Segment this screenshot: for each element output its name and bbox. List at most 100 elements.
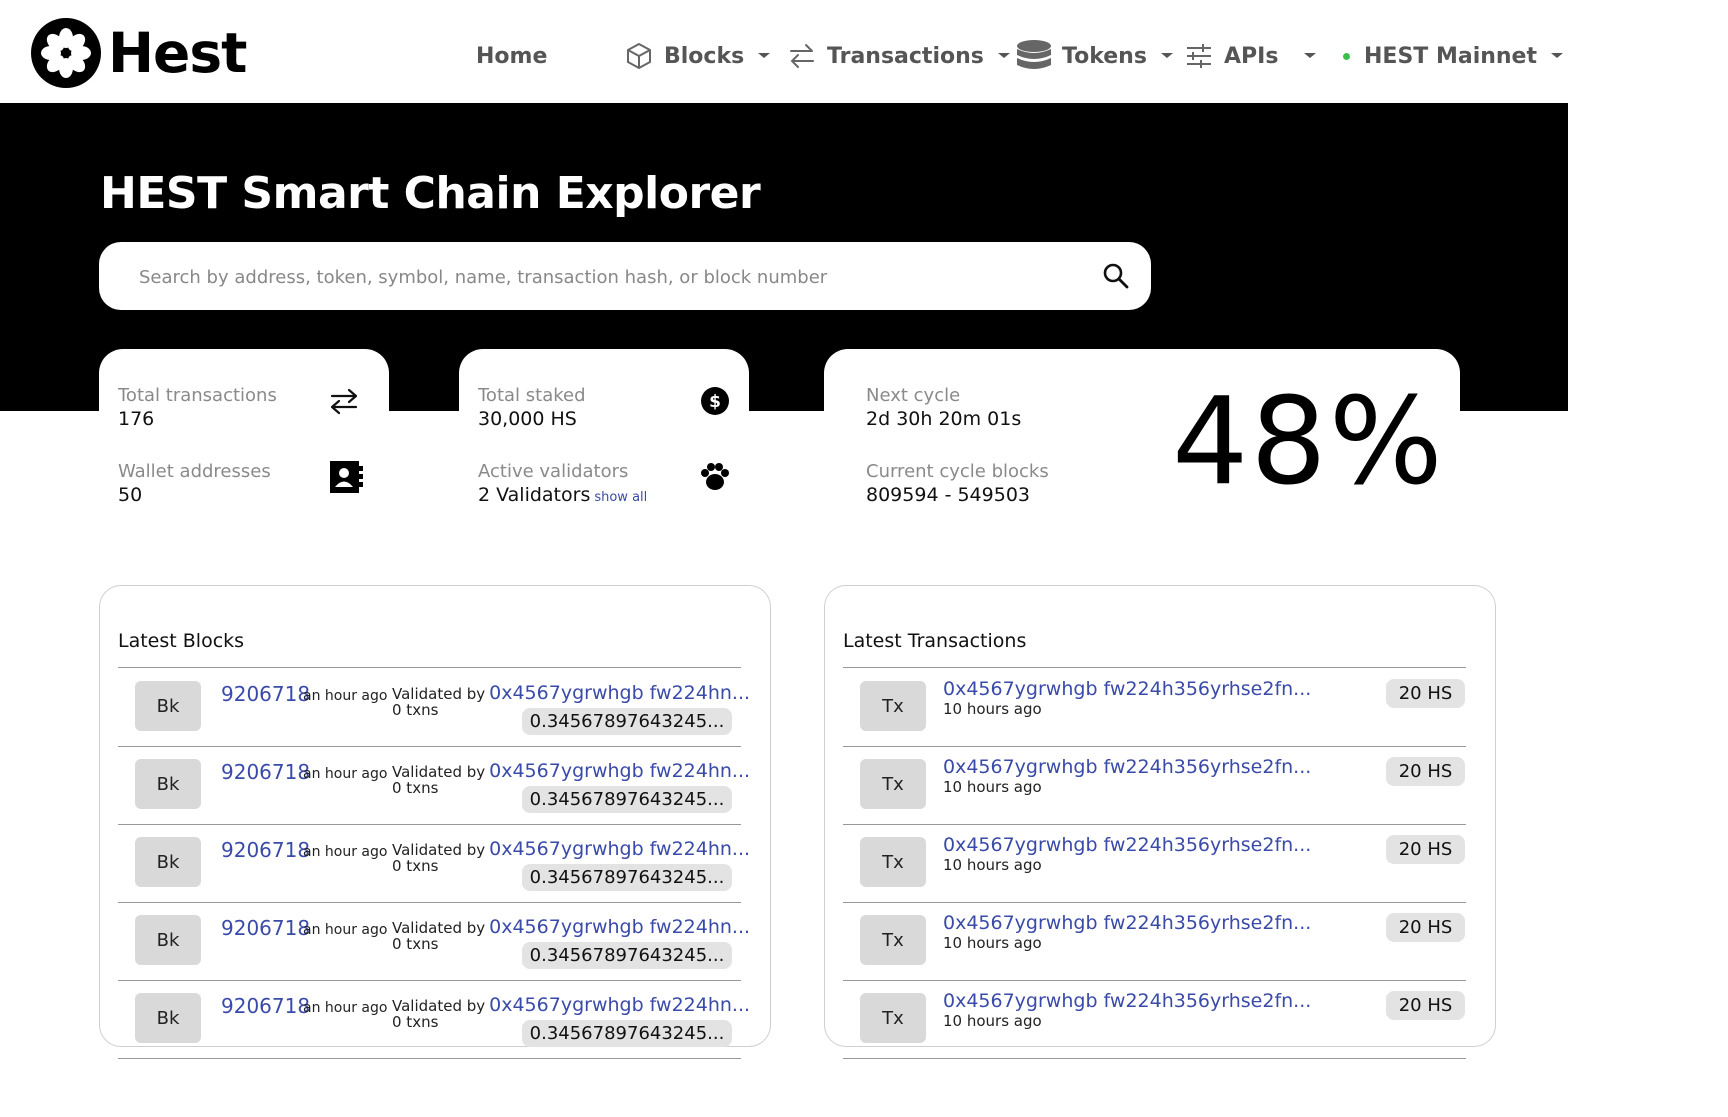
block-row[interactable]: Bk 9206718 an hour ago Validated by 0x4567yg… [118,668,750,747]
swap-arrows-icon [790,44,814,68]
transaction-age: 10 hours ago [943,934,1042,952]
transaction-badge: Tx [860,759,926,809]
nav-home-label: Home [476,43,548,69]
validated-by: Validated by 0x4567ygrwhgb fw224hn... [392,838,750,860]
transaction-hash-link[interactable]: 0x4567ygrwhgb fw224h356yrhse2fn... [943,678,1311,700]
transaction-amount-pill: 20 HS [1386,679,1465,708]
transaction-hash-link[interactable]: 0x4567ygrwhgb fw224h356yrhse2fn... [943,756,1311,778]
transaction-hash-link[interactable]: 0x4567ygrwhgb fw224h356yrhse2fn... [943,912,1311,934]
block-row[interactable]: Bk 9206718 an hour ago Validated by 0x4567yg… [118,902,750,981]
latest-transactions-panel: Latest Transactions Tx 0x4567ygrwhgb fw22… [824,585,1496,1059]
block-number-link[interactable]: 9206718 [221,994,310,1018]
nav-blocks[interactable]: Blocks [624,40,772,72]
block-badge: Bk [135,759,201,809]
nav-tokens[interactable]: Tokens [1016,40,1175,72]
cycle-progress-percent: 48% [1172,373,1445,512]
stat-label: Active validators [478,461,629,482]
validator-address-link[interactable]: 0x4567ygrwhgb fw224hn... [489,994,750,1016]
validator-address-link[interactable]: 0x4567ygrwhgb fw224hn... [489,760,750,782]
chevron-down-icon [997,53,1010,58]
block-reward-pill: 0.34567897643245... [522,942,732,969]
block-badge: Bk [135,915,201,965]
block-reward-pill: 0.34567897643245... [522,708,732,735]
validated-by: Validated by 0x4567ygrwhgb fw224hn... [392,994,750,1016]
transaction-row[interactable]: Tx 0x4567ygrwhgb fw224h356yrhse2fn... 10 h… [843,980,1466,1059]
page-title: HEST Smart Chain Explorer [100,168,761,219]
stat-label: Current cycle blocks [866,461,1049,482]
stat-value: 2d 30h 20m 01s [866,408,1022,430]
nav-transactions-label: Transactions [827,43,984,69]
block-txn-count: 0 txns [392,1013,439,1031]
show-all-validators-link[interactable]: show all [594,490,647,505]
stat-value: 30,000 HS [478,408,577,430]
validator-address-link[interactable]: 0x4567ygrwhgb fw224hn... [489,682,750,704]
panel-title: Latest Blocks [118,630,245,652]
transaction-age: 10 hours ago [943,700,1042,718]
nav-transactions[interactable]: Transactions [787,40,1012,72]
block-badge: Bk [135,837,201,887]
network-label: HEST Mainnet [1364,43,1537,69]
hest-logo-icon[interactable] [31,18,101,88]
database-icon [1017,40,1051,69]
brand-name[interactable]: Hest [108,18,247,88]
search-icon [1103,263,1129,289]
validated-by: Validated by 0x4567ygrwhgb fw224hn... [392,682,750,704]
transaction-amount-pill: 20 HS [1386,835,1465,864]
block-row[interactable]: Bk 9206718 an hour ago Validated by 0x4567yg… [118,980,750,1059]
transaction-badge: Tx [860,915,926,965]
transaction-amount-pill: 20 HS [1386,757,1465,786]
validator-address-link[interactable]: 0x4567ygrwhgb fw224hn... [489,916,750,938]
network-selector[interactable]: HEST Mainnet [1343,40,1565,72]
transaction-row[interactable]: Tx 0x4567ygrwhgb fw224h356yrhse2fn... 10 h… [843,746,1466,825]
transaction-amount-pill: 20 HS [1386,991,1465,1020]
block-number-link[interactable]: 9206718 [221,916,310,940]
transaction-hash-link[interactable]: 0x4567ygrwhgb fw224h356yrhse2fn... [943,834,1311,856]
nav-home[interactable]: Home [476,40,547,72]
block-txn-count: 0 txns [392,779,439,797]
transaction-row[interactable]: Tx 0x4567ygrwhgb fw224h356yrhse2fn... 10 h… [843,902,1466,981]
contact-card-icon [329,460,363,494]
transaction-age: 10 hours ago [943,856,1042,874]
block-age: an hour ago [303,688,388,704]
stat-label: Wallet addresses [118,461,271,482]
block-txn-count: 0 txns [392,935,439,953]
chevron-down-icon [1304,53,1317,58]
top-nav: Hest Home Blocks Transactions Tokens API… [0,0,1568,103]
block-number-link[interactable]: 9206718 [221,760,310,784]
stat-next-cycle: Next cycle 2d 30h 20m 01s [866,385,1021,431]
block-txn-count: 0 txns [392,857,439,875]
transaction-row[interactable]: Tx 0x4567ygrwhgb fw224h356yrhse2fn... 10 h… [843,824,1466,903]
transaction-age: 10 hours ago [943,778,1042,796]
stat-value: 809594 - 549503 [866,484,1030,506]
search-button[interactable] [1099,259,1133,293]
stat-label: Total staked [478,385,586,406]
block-badge: Bk [135,681,201,731]
sliders-icon [1187,44,1211,68]
block-number-link[interactable]: 9206718 [221,682,310,706]
validator-address-link[interactable]: 0x4567ygrwhgb fw224hn... [489,838,750,860]
block-reward-pill: 0.34567897643245... [522,786,732,813]
transaction-hash-link[interactable]: 0x4567ygrwhgb fw224h356yrhse2fn... [943,990,1311,1012]
validated-by: Validated by 0x4567ygrwhgb fw224hn... [392,760,750,782]
block-number-link[interactable]: 9206718 [221,838,310,862]
latest-blocks-panel: Latest Blocks Bk 9206718 an hour ago Valida… [99,585,771,1059]
stat-label: Next cycle [866,385,961,406]
nav-apis[interactable]: APIs [1184,40,1318,72]
search-input[interactable] [137,260,1081,294]
block-row[interactable]: Bk 9206718 an hour ago Validated by 0x4567yg… [118,824,750,903]
transaction-row[interactable]: Tx 0x4567ygrwhgb fw224h356yrhse2fn... 10 h… [843,668,1466,747]
stat-total-staked: Total staked 30,000 HS [478,385,586,431]
block-row[interactable]: Bk 9206718 an hour ago Validated by 0x4567yg… [118,746,750,825]
stat-total-transactions: Total transactions 176 [118,385,277,431]
stat-value: 50 [118,484,143,506]
svg-text:$: $ [709,392,721,412]
block-reward-pill: 0.34567897643245... [522,1020,732,1047]
dollar-coin-icon: $ [698,384,732,418]
nav-apis-label: APIs [1224,43,1279,69]
network-status-dot [1343,52,1350,60]
validated-by: Validated by 0x4567ygrwhgb fw224hn... [392,916,750,938]
block-age: an hour ago [303,844,388,860]
panel-title: Latest Transactions [843,630,1027,652]
transaction-badge: Tx [860,681,926,731]
stat-current-cycle-blocks: Current cycle blocks 809594 - 549503 [866,461,1049,507]
